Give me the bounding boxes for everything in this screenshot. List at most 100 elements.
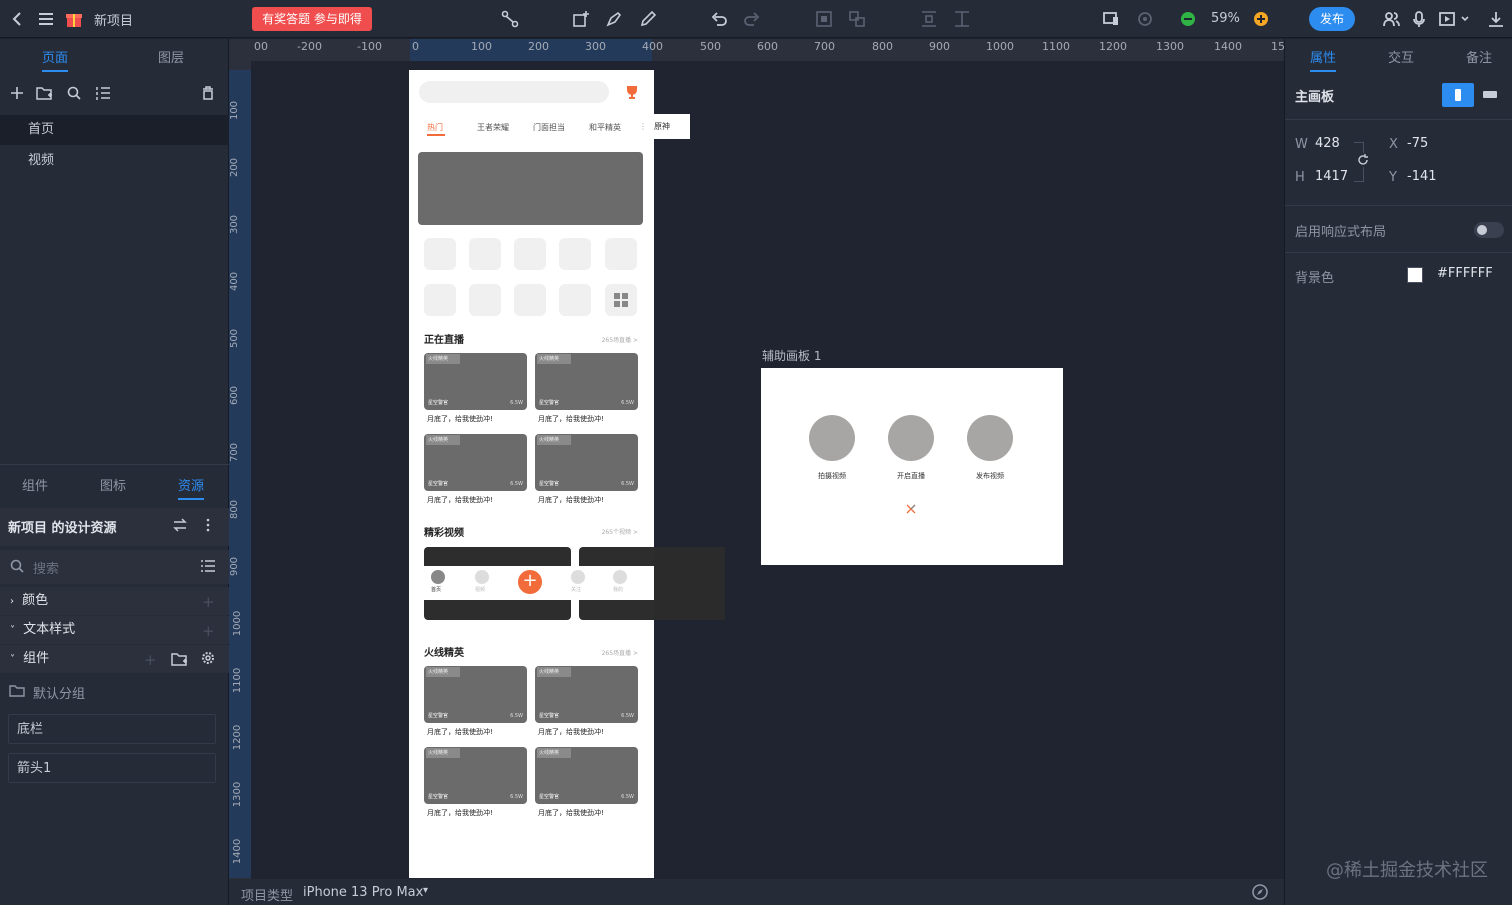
section-more-link[interactable]: 265场直播 > (602, 335, 638, 344)
component-item[interactable]: 箭头1 (8, 753, 216, 783)
chevron-down-icon[interactable]: ▾ (423, 885, 428, 896)
publish-video-button[interactable] (967, 415, 1013, 461)
live-card[interactable]: 火线精英 星空警官 6.5W 月底了，给我使劲冲! (535, 747, 638, 818)
add-post-icon[interactable]: + (518, 570, 542, 594)
trophy-icon[interactable] (625, 84, 639, 100)
bottom-nav[interactable]: 首页 视频 + 关注 我的 (409, 566, 654, 600)
shoot-video-button[interactable] (809, 415, 855, 461)
video-icon[interactable] (475, 570, 489, 584)
more-dots-icon[interactable]: ⋮ (639, 122, 647, 131)
tab-properties[interactable]: 属性 (1310, 47, 1337, 72)
back-icon[interactable] (8, 9, 28, 29)
artboard-main[interactable]: 热门 王者荣耀 门面担当 和平精英 ⋮ 原神 正在直播 265场直播 > 火线精… (409, 70, 725, 878)
menu-icon[interactable] (36, 9, 56, 29)
tab-interactions[interactable]: 交互 (1388, 47, 1414, 66)
banner-image[interactable] (418, 152, 643, 225)
live-card[interactable]: 火线精英 星空警官 6.5W 月底了，给我使劲冲! (424, 666, 527, 737)
more-vertical-icon[interactable] (200, 517, 216, 533)
bg-color-field[interactable]: #FFFFFF (1437, 266, 1493, 281)
section-more-link[interactable]: 265场直播 > (602, 648, 638, 657)
follow-icon[interactable] (571, 570, 585, 584)
height-field[interactable]: 1417 (1315, 169, 1348, 184)
home-icon[interactable] (431, 570, 445, 584)
component-item[interactable]: 底栏 (8, 714, 216, 744)
zoom-level[interactable]: 59% (1211, 11, 1240, 26)
phone-tab[interactable]: 和平精英 (589, 122, 621, 133)
portrait-toggle[interactable] (1442, 83, 1474, 107)
download-icon[interactable] (1486, 9, 1506, 29)
close-icon[interactable] (905, 503, 917, 515)
group-icon[interactable] (847, 9, 867, 29)
device-select[interactable]: iPhone 13 Pro Max (303, 885, 423, 900)
distribute-v-icon[interactable] (919, 9, 939, 29)
swap-icon[interactable] (172, 517, 188, 533)
profile-icon[interactable] (613, 570, 627, 584)
zoom-in-icon[interactable] (1251, 9, 1271, 29)
category-icon[interactable] (469, 284, 501, 316)
phone-tab-hot[interactable]: 热门 (427, 122, 443, 133)
x-field[interactable]: -75 (1407, 136, 1428, 151)
tab-resources[interactable]: 资源 (178, 475, 205, 500)
phone-tab[interactable]: 王者荣耀 (477, 122, 509, 133)
settings-icon[interactable] (1135, 9, 1155, 29)
pen-icon[interactable] (604, 9, 624, 29)
bg-color-swatch[interactable] (1407, 267, 1423, 283)
tab-layers[interactable]: 图层 (158, 47, 184, 66)
landscape-toggle[interactable] (1478, 83, 1502, 107)
category-icon[interactable] (514, 238, 546, 270)
category-more[interactable] (605, 284, 637, 316)
phone-tab-overflow[interactable]: 原神 (649, 114, 690, 139)
tab-icons[interactable]: 图标 (100, 475, 126, 494)
y-field[interactable]: -141 (1407, 169, 1437, 184)
compass-icon[interactable] (1251, 883, 1269, 901)
add-folder-icon[interactable] (171, 651, 189, 667)
search-bar[interactable] (419, 81, 609, 103)
category-icon[interactable] (559, 284, 591, 316)
add-page-icon[interactable] (9, 85, 25, 101)
project-name[interactable]: 新项目 (94, 10, 133, 29)
promo-banner[interactable]: 有奖答题 参与即得 (252, 7, 372, 31)
category-icon[interactable] (559, 238, 591, 270)
page-item-video[interactable]: 视频 (0, 146, 229, 176)
category-icon[interactable] (469, 238, 501, 270)
list-view-icon[interactable] (200, 558, 216, 574)
category-icon[interactable] (424, 238, 456, 270)
align-frame-icon[interactable] (814, 9, 834, 29)
tab-notes[interactable]: 备注 (1466, 47, 1492, 66)
category-icon[interactable] (514, 284, 546, 316)
live-card[interactable]: 火线精英 星空警官 6.5W 月底了，给我使劲冲! (535, 434, 638, 505)
connector-icon[interactable] (500, 9, 520, 29)
live-card[interactable]: 火线精英 星空警官 6.5W 月底了，给我使劲冲! (424, 353, 527, 424)
pencil-icon[interactable] (638, 9, 658, 29)
section-components[interactable]: ˅ 组件 (0, 645, 229, 673)
distribute-h-icon[interactable] (952, 9, 972, 29)
artboard-aux[interactable]: 拍摄视频 开启直播 发布视频 (761, 368, 1063, 565)
group-name[interactable]: 默认分组 (33, 683, 85, 702)
preview-play-icon[interactable] (1437, 9, 1457, 29)
add-frame-icon[interactable] (571, 9, 591, 29)
device-icon[interactable] (1101, 9, 1121, 29)
category-icon[interactable] (424, 284, 456, 316)
live-card[interactable]: 火线精英 星空警官 6.5W 月底了，给我使劲冲! (535, 666, 638, 737)
tab-pages[interactable]: 页面 (42, 47, 69, 72)
add-text-style-icon[interactable]: + (202, 622, 215, 640)
gear-icon[interactable] (200, 650, 216, 666)
live-card[interactable]: 火线精英 星空警官 6.5W 月底了，给我使劲冲! (535, 353, 638, 424)
rotate-icon[interactable] (1356, 153, 1370, 167)
add-folder-icon[interactable] (36, 85, 54, 101)
redo-icon[interactable] (742, 9, 762, 29)
clean-icon[interactable] (200, 85, 216, 101)
list-order-icon[interactable] (95, 85, 111, 101)
microphone-icon[interactable] (1409, 9, 1429, 29)
start-live-button[interactable] (888, 415, 934, 461)
gift-icon[interactable] (64, 9, 84, 29)
page-item-home[interactable]: 首页 (0, 115, 229, 145)
search-input[interactable]: 搜索 (33, 558, 59, 577)
tab-components[interactable]: 组件 (22, 475, 48, 494)
live-card[interactable]: 火线精英 星空警官 6.5W 月底了，给我使劲冲! (424, 434, 527, 505)
live-card[interactable]: 火线精英 星空警官 6.5W 月底了，给我使劲冲! (424, 747, 527, 818)
width-field[interactable]: 428 (1315, 136, 1340, 151)
add-component-icon[interactable]: + (144, 651, 157, 669)
collaborators-icon[interactable] (1381, 9, 1401, 29)
section-text-styles[interactable]: ˅ 文本样式 (0, 616, 229, 644)
